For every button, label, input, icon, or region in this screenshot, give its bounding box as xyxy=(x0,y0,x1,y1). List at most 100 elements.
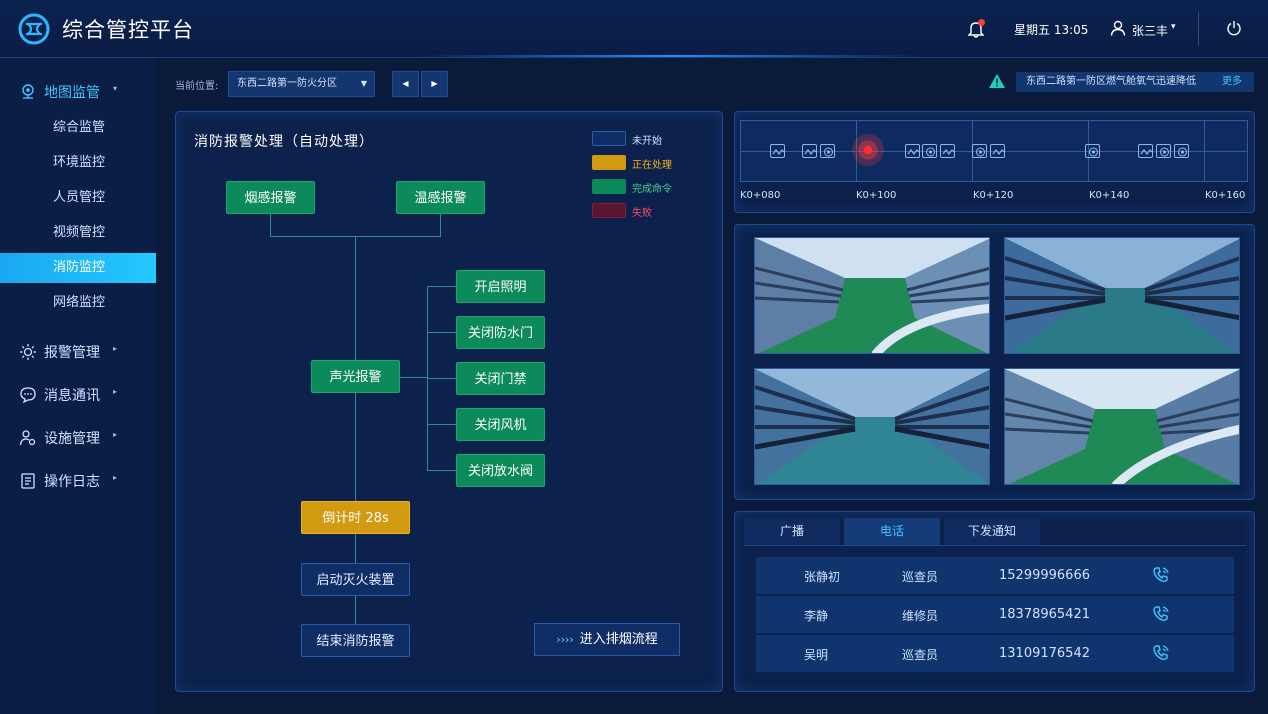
smoke-sensor-icon[interactable] xyxy=(1085,144,1100,158)
nav-label: 报警管理 xyxy=(44,345,100,361)
legend-label: 失败 xyxy=(632,208,652,219)
power-icon[interactable] xyxy=(1226,20,1242,36)
alarm-location-icon[interactable] xyxy=(852,134,884,166)
legend-swatch xyxy=(592,155,626,170)
connector-line xyxy=(440,213,441,237)
flow-title: 消防报警处理（自动处理） xyxy=(194,134,374,150)
node-end-fire-alarm[interactable]: 结束消防报警 xyxy=(301,624,410,657)
connector-line xyxy=(427,286,456,287)
alert-more-link[interactable]: 更多 xyxy=(1222,72,1242,92)
legend-swatch xyxy=(592,203,626,218)
chevron-right-icon: ▸ xyxy=(113,344,118,353)
node-close-fan[interactable]: 关闭风机 xyxy=(456,408,545,441)
contact-role: 巡查员 xyxy=(902,570,939,584)
smoke-sensor-icon[interactable] xyxy=(922,144,937,158)
legend-label: 正在处理 xyxy=(632,160,672,171)
gas-sensor-icon[interactable] xyxy=(802,144,817,158)
connector-line xyxy=(355,393,356,501)
node-close-drain-valve[interactable]: 关闭放水阀 xyxy=(456,454,545,487)
legend-not-started: 未开始 xyxy=(592,131,712,147)
legend-label: 完成命令 xyxy=(632,184,672,195)
legend-label: 未开始 xyxy=(632,136,662,147)
nav-map-supervision[interactable]: 地图监管 ▾ xyxy=(0,76,156,106)
phone-call-icon[interactable] xyxy=(1152,605,1170,623)
location-label: 当前位置: xyxy=(175,81,219,92)
camera-feed-image xyxy=(1005,238,1239,353)
gas-sensor-icon[interactable] xyxy=(905,144,920,158)
node-sound-light-alarm[interactable]: 声光报警 xyxy=(311,360,400,393)
node-start-extinguisher[interactable]: 启动灭火装置 xyxy=(301,563,410,596)
node-close-flood-door[interactable]: 关闭防水门 xyxy=(456,316,545,349)
nav-alarm-management[interactable]: 报警管理 ▸ xyxy=(0,336,156,366)
gas-sensor-icon[interactable] xyxy=(990,144,1005,158)
chevron-down-icon[interactable]: ▾ xyxy=(1171,22,1176,32)
chevron-right-icon: ▸ xyxy=(113,473,118,482)
tunnel-camera-1[interactable] xyxy=(754,237,990,354)
nav-item-personnel[interactable]: 人员管控 xyxy=(0,183,156,213)
contact-row[interactable]: 张静初 巡查员 15299996666 xyxy=(756,557,1234,594)
nav-item-video[interactable]: 视频管控 xyxy=(0,218,156,248)
smoke-sensor-icon[interactable] xyxy=(1174,144,1189,158)
node-light-on[interactable]: 开启照明 xyxy=(456,270,545,303)
contact-phone: 18378965421 xyxy=(999,607,1090,622)
enter-smoke-exhaust-button[interactable]: ›››› 进入排烟流程 xyxy=(534,623,680,656)
location-value: 东西二路第一防火分区 xyxy=(237,78,337,89)
tab-broadcast[interactable]: 广播 xyxy=(744,518,840,545)
nav-item-fire-monitoring[interactable]: 消防监控 xyxy=(0,253,156,283)
smoke-sensor-icon[interactable] xyxy=(972,144,987,158)
connector-line xyxy=(355,533,356,563)
nav-operation-log[interactable]: 操作日志 ▸ xyxy=(0,465,156,495)
user-name[interactable]: 张三丰 xyxy=(1132,22,1168,39)
node-close-access[interactable]: 关闭门禁 xyxy=(456,362,545,395)
smoke-sensor-icon[interactable] xyxy=(1156,144,1171,158)
nav-label: 地图监管 xyxy=(44,85,100,101)
chevron-down-icon: ▼ xyxy=(360,79,367,88)
phone-call-icon[interactable] xyxy=(1152,644,1170,662)
connector-line xyxy=(427,378,456,379)
connector-line xyxy=(355,595,356,624)
nav-item-overall-supervision[interactable]: 综合监管 xyxy=(0,113,156,143)
nav-item-environment[interactable]: 环境监控 xyxy=(0,148,156,178)
node-countdown[interactable]: 倒计时 28s xyxy=(301,501,410,534)
contact-row[interactable]: 李静 维修员 18378965421 xyxy=(756,596,1234,633)
tunnel-camera-4[interactable] xyxy=(1004,368,1240,485)
tab-send-notice[interactable]: 下发通知 xyxy=(944,518,1040,545)
tab-phone[interactable]: 电话 xyxy=(844,518,940,545)
user-icon[interactable] xyxy=(1110,20,1126,36)
camera-feed-image xyxy=(755,238,989,353)
app-title: 综合管控平台 xyxy=(62,18,194,42)
contact-phone: 15299996666 xyxy=(999,568,1090,583)
nav-label: 设施管理 xyxy=(44,431,100,447)
legend-swatch xyxy=(592,179,626,194)
prev-zone-button[interactable]: ◀ xyxy=(392,71,419,97)
node-smoke-alarm[interactable]: 烟感报警 xyxy=(226,181,315,214)
nav-label: 消息通讯 xyxy=(44,388,100,404)
contact-role: 巡查员 xyxy=(902,648,939,662)
next-zone-button[interactable]: ▶ xyxy=(421,71,448,97)
tunnel-camera-2[interactable] xyxy=(1004,237,1240,354)
map-pin-icon xyxy=(22,84,34,99)
gas-sensor-icon[interactable] xyxy=(1138,144,1153,158)
phone-call-icon[interactable] xyxy=(1152,566,1170,584)
node-temp-alarm[interactable]: 温感报警 xyxy=(396,181,485,214)
ruler-gridline xyxy=(1204,120,1205,182)
nav-facility-management[interactable]: 设施管理 ▸ xyxy=(0,422,156,452)
ruler-tick: K0+160 xyxy=(1205,190,1246,201)
tunnel-camera-3[interactable] xyxy=(754,368,990,485)
ruler-tick: K0+100 xyxy=(856,190,897,201)
location-select[interactable]: 东西二路第一防火分区 ▼ xyxy=(228,71,375,97)
gas-sensor-icon[interactable] xyxy=(770,144,785,158)
nav-messaging[interactable]: 消息通讯 ▸ xyxy=(0,379,156,409)
nav-item-network[interactable]: 网络监控 xyxy=(0,288,156,318)
connector-line xyxy=(427,424,456,425)
connector-line xyxy=(270,213,271,237)
gas-sensor-icon[interactable] xyxy=(940,144,955,158)
ruler-tick: K0+140 xyxy=(1089,190,1130,201)
logo-icon xyxy=(18,13,50,45)
alert-message: 东西二路第一防区燃气舱氧气迅速降低 xyxy=(1016,72,1254,92)
connector-line xyxy=(400,377,428,378)
top-bar: 综合管控平台 星期五 13:05 张三丰 ▾ xyxy=(0,0,1268,58)
smoke-sensor-icon[interactable] xyxy=(820,144,835,158)
contact-row[interactable]: 吴明 巡查员 13109176542 xyxy=(756,635,1234,672)
datetime: 星期五 13:05 xyxy=(1014,23,1089,37)
